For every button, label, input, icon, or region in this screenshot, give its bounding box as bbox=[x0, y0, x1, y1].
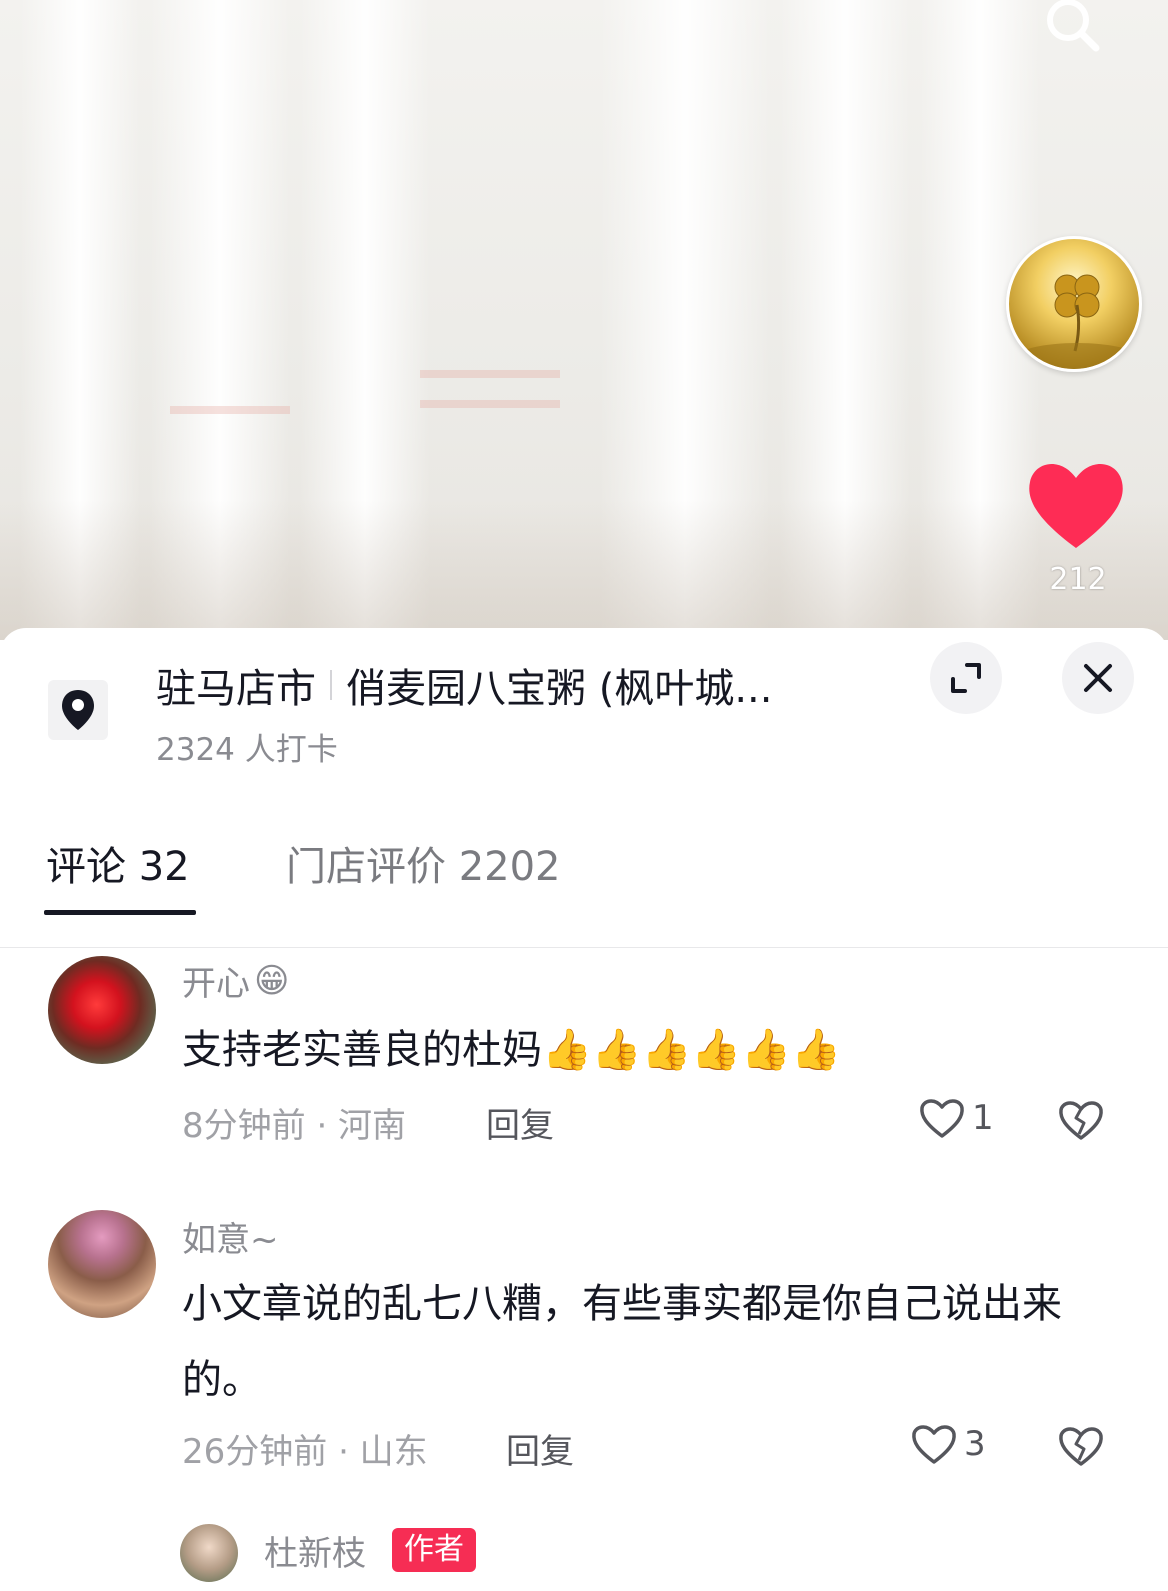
title-separator bbox=[330, 670, 332, 700]
video-background[interactable]: 212 bbox=[0, 0, 1168, 640]
close-button[interactable] bbox=[1062, 642, 1134, 714]
expand-button[interactable] bbox=[930, 642, 1002, 714]
heart-outline-icon bbox=[912, 1425, 956, 1464]
active-tab-indicator bbox=[44, 910, 196, 915]
comment-text: 小文章说的乱七八糟，有些事实都是你自己说出来的。 bbox=[182, 1281, 1062, 1403]
author-username[interactable]: 杜新枝 bbox=[264, 1526, 366, 1575]
tab-bar: 评论 32 门店评价 2202 bbox=[0, 824, 1168, 948]
checkin-count: 2324 人打卡 bbox=[156, 732, 338, 768]
comment-like-button[interactable]: 3 bbox=[910, 1422, 986, 1466]
close-icon bbox=[1084, 664, 1112, 692]
location-name: 俏麦园八宝粥 (枫叶城... bbox=[346, 666, 773, 712]
comment-like-button[interactable]: 1 bbox=[918, 1096, 994, 1140]
grin-emoji: 😁 bbox=[254, 960, 290, 1001]
comment-meta: 8分钟前 · 河南 bbox=[182, 1106, 407, 1146]
avatar[interactable] bbox=[48, 1210, 156, 1318]
avatar[interactable] bbox=[48, 956, 156, 1064]
creator-avatar[interactable] bbox=[1006, 236, 1142, 372]
comment-text: 支持老实善良的杜妈👍👍👍👍👍👍 bbox=[182, 1027, 841, 1073]
heart-outline-icon bbox=[920, 1099, 964, 1138]
heart-icon[interactable] bbox=[1024, 456, 1128, 552]
comment-username[interactable]: 开心 😁 bbox=[182, 956, 289, 1005]
tab-comments[interactable]: 评论 32 bbox=[46, 834, 190, 892]
reply-button[interactable]: 回复 bbox=[506, 1424, 574, 1473]
broken-heart-icon[interactable] bbox=[1056, 1096, 1106, 1142]
thumbs-up-emojis: 👍👍👍👍👍👍 bbox=[542, 1027, 841, 1073]
comment-like-count: 3 bbox=[964, 1424, 986, 1464]
reply-button[interactable]: 回复 bbox=[486, 1098, 554, 1147]
broken-heart-icon[interactable] bbox=[1056, 1422, 1106, 1468]
author-avatar[interactable] bbox=[180, 1524, 238, 1582]
location-city: 驻马店市 bbox=[156, 666, 316, 712]
like-count: 212 bbox=[1049, 562, 1107, 597]
search-icon[interactable] bbox=[1040, 0, 1104, 56]
comment-like-count: 1 bbox=[972, 1098, 994, 1138]
tab-store-reviews[interactable]: 门店评价 2202 bbox=[286, 834, 561, 892]
author-badge: 作者 bbox=[392, 1528, 476, 1572]
expand-icon bbox=[951, 663, 981, 693]
comment-username[interactable]: 如意~ bbox=[182, 1212, 279, 1261]
comment-sheet: 驻马店市 俏麦园八宝粥 (枫叶城... 2324 人打卡 评论 32 门店评价 … bbox=[0, 628, 1168, 1591]
location-title[interactable]: 驻马店市 俏麦园八宝粥 (枫叶城... bbox=[156, 656, 772, 714]
comment-meta: 26分钟前 · 山东 bbox=[182, 1432, 428, 1472]
location-pin-icon bbox=[48, 680, 108, 740]
